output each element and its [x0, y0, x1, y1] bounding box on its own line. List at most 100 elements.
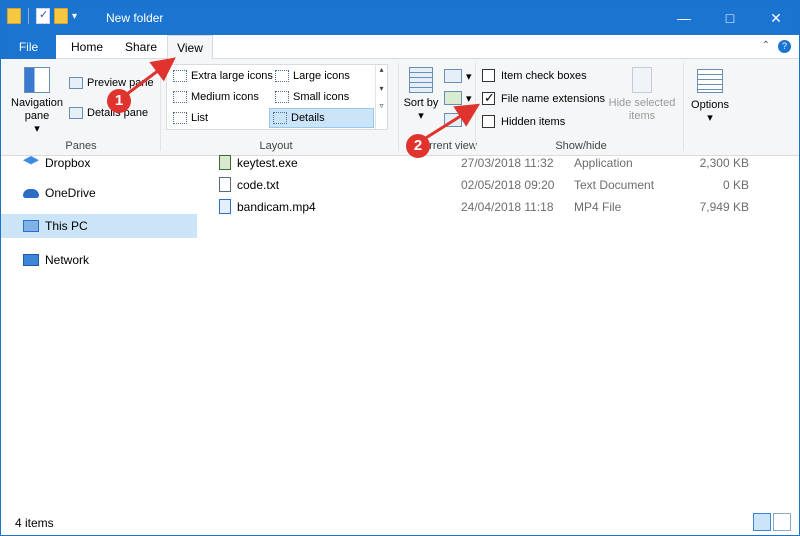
- hidden-items-option[interactable]: Hidden items: [482, 115, 565, 128]
- extra-large-icons-icon: [173, 70, 187, 82]
- layout-extra-large-icons[interactable]: Extra large icons: [170, 66, 276, 86]
- tab-share[interactable]: Share: [113, 35, 169, 59]
- layout-large-icons[interactable]: Large icons: [272, 66, 353, 86]
- item-check-boxes-label: Item check boxes: [501, 69, 587, 82]
- nav-item-label: Dropbox: [45, 156, 91, 170]
- hide-selected-items-button[interactable]: Hide selected items: [607, 67, 677, 123]
- add-columns-chevron-icon: ▾: [466, 92, 472, 105]
- nav-item-dropbox[interactable]: Dropbox: [1, 151, 197, 175]
- toolbar-divider: [28, 8, 29, 24]
- group-by-chevron-icon: ▾: [466, 70, 472, 83]
- layout-gallery-scroll[interactable]: ▴ ▾ ▿: [375, 65, 387, 129]
- details-pane-button[interactable]: Details pane: [69, 107, 148, 119]
- show-hide-group-label: Show/hide: [555, 140, 607, 152]
- layout-list[interactable]: List: [170, 108, 211, 128]
- exe-file-icon: [219, 155, 231, 170]
- help-icon[interactable]: ?: [778, 40, 791, 53]
- list-icon: [173, 112, 187, 124]
- scroll-down-icon[interactable]: ▾: [376, 84, 387, 93]
- hidden-items-label: Hidden items: [501, 115, 566, 128]
- add-columns-button[interactable]: ▾: [444, 91, 472, 105]
- item-check-boxes-option[interactable]: Item check boxes: [482, 69, 587, 82]
- hide-selected-items-icon: [632, 67, 652, 93]
- file-name-extensions-option[interactable]: File name extensions: [482, 90, 605, 106]
- new-folder-icon[interactable]: [54, 8, 68, 24]
- preview-pane-icon: [69, 77, 83, 89]
- tab-home[interactable]: Home: [59, 35, 115, 59]
- window-controls: — □ ✕: [661, 1, 799, 35]
- nav-item-label: Network: [45, 253, 90, 267]
- layout-item-label: Small icons: [293, 91, 350, 103]
- quick-access-toolbar: ▾: [7, 8, 77, 24]
- view-toggle: [753, 513, 791, 531]
- group-by-button[interactable]: ▾: [444, 69, 472, 83]
- folder-icon: [7, 8, 21, 24]
- file-name-extensions-checkbox[interactable]: [482, 90, 495, 106]
- maximize-button[interactable]: □: [707, 1, 753, 35]
- layout-small-icons[interactable]: Small icons: [272, 87, 352, 107]
- layout-group-label: Layout: [259, 140, 293, 152]
- layout-gallery: Extra large icons Large icons Medium ico…: [166, 64, 388, 130]
- sort-by-icon: [409, 67, 433, 93]
- tab-view[interactable]: View: [167, 35, 213, 60]
- sort-by-label: Sort by: [403, 97, 439, 109]
- options-button[interactable]: Options ▾: [687, 69, 733, 125]
- layout-item-label: List: [191, 112, 209, 124]
- scroll-up-icon[interactable]: ▴: [376, 65, 387, 74]
- tab-file[interactable]: File: [1, 35, 56, 59]
- file-size: 0 KB: [722, 178, 749, 192]
- navigation-pane-chevron-icon: ▾: [34, 123, 40, 135]
- item-count: 4 items: [15, 516, 54, 530]
- file-date: 24/04/2018 11:18: [461, 200, 554, 214]
- file-date: 27/03/2018 11:32: [461, 156, 554, 170]
- file-row[interactable]: bandicam.mp4 24/04/2018 11:18 MP4 File 7…: [201, 196, 799, 218]
- nav-item-network[interactable]: Network: [1, 248, 197, 272]
- item-check-boxes-checkbox[interactable]: [482, 69, 495, 82]
- options-label: Options: [691, 99, 729, 111]
- sort-by-button[interactable]: Sort by ▾: [403, 67, 439, 122]
- hidden-items-checkbox[interactable]: [482, 115, 495, 128]
- customize-toolbar-chevron-icon[interactable]: ▾: [72, 11, 77, 22]
- text-file-icon: [219, 177, 231, 192]
- ribbon-divider: [398, 63, 399, 151]
- file-type: MP4 File: [574, 200, 622, 214]
- size-columns-button[interactable]: [444, 113, 462, 127]
- layout-details[interactable]: Details: [269, 108, 374, 128]
- nav-item-onedrive[interactable]: OneDrive: [1, 181, 197, 205]
- details-pane-icon: [69, 107, 83, 119]
- collapse-ribbon-icon[interactable]: ⌃: [762, 40, 770, 53]
- add-columns-icon: [444, 91, 462, 105]
- step-marker-1: 1: [107, 89, 131, 113]
- navigation-pane-button[interactable]: Navigation pane ▾: [7, 67, 67, 136]
- nav-item-label: This PC: [45, 219, 88, 233]
- close-button[interactable]: ✕: [753, 1, 799, 35]
- navigation-pane-label: Navigation pane: [11, 97, 63, 122]
- file-type: Text Document: [574, 178, 655, 192]
- size-columns-icon: [444, 113, 462, 127]
- expand-gallery-icon[interactable]: ▿: [376, 101, 387, 110]
- minimize-button[interactable]: —: [661, 1, 707, 35]
- this-pc-icon: [23, 220, 39, 232]
- details-icon: [273, 112, 287, 124]
- preview-pane-button[interactable]: Preview pane: [69, 77, 154, 89]
- file-name: keytest.exe: [237, 156, 298, 170]
- nav-item-this-pc[interactable]: This PC: [1, 214, 197, 238]
- layout-item-label: Medium icons: [191, 91, 259, 103]
- window-title: New folder: [106, 11, 164, 25]
- dropbox-icon: [23, 156, 39, 165]
- hide-selected-items-label: Hide selected items: [608, 97, 676, 122]
- file-row[interactable]: code.txt 02/05/2018 09:20 Text Document …: [201, 174, 799, 196]
- ribbon-divider: [683, 63, 684, 151]
- group-by-icon: [444, 69, 462, 83]
- file-size: 7,949 KB: [699, 200, 749, 214]
- file-list: keytest.exe 27/03/2018 11:32 Application…: [201, 155, 799, 509]
- properties-icon[interactable]: [36, 8, 50, 24]
- layout-medium-icons[interactable]: Medium icons: [170, 87, 262, 107]
- file-name-extensions-label: File name extensions: [501, 92, 605, 105]
- file-type: Application: [574, 156, 633, 170]
- network-icon: [23, 254, 39, 266]
- large-icons-view-icon[interactable]: [773, 513, 791, 531]
- details-view-icon[interactable]: [753, 513, 771, 531]
- file-size: 2,300 KB: [699, 156, 749, 170]
- file-row[interactable]: keytest.exe 27/03/2018 11:32 Application…: [201, 152, 799, 174]
